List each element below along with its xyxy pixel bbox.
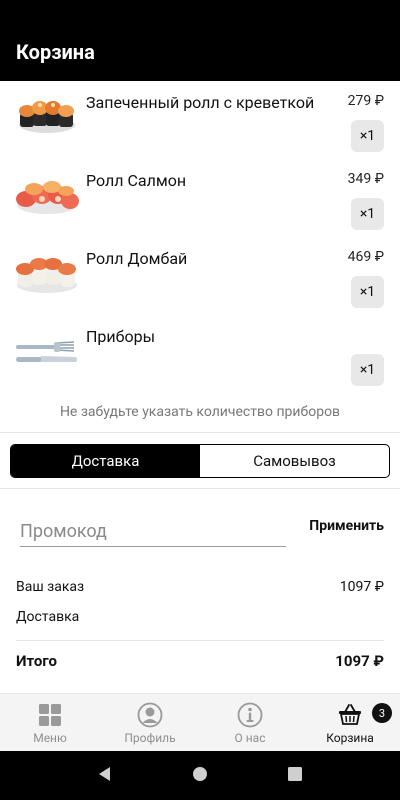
item-name: Ролл Домбай bbox=[86, 249, 188, 268]
cutlery-hint: Не забудьте указать количество приборов bbox=[59, 404, 341, 420]
item-price: 279 ₽ bbox=[347, 93, 384, 109]
back-icon[interactable] bbox=[97, 766, 113, 786]
divider bbox=[0, 432, 400, 433]
total-row: Итого 1097 ₽ bbox=[16, 652, 384, 670]
salmon-roll-image bbox=[16, 181, 79, 214]
cart-list: Запеченный ролл с креветкой 279 ₽ ×1 Рол… bbox=[0, 81, 400, 393]
pickup-option[interactable]: Самовывоз bbox=[200, 445, 389, 477]
cutlery-image bbox=[16, 341, 77, 362]
total-value: 1097 ₽ bbox=[335, 652, 384, 670]
item-name: Запеченный ролл с креветкой bbox=[86, 93, 315, 112]
nav-label: Меню bbox=[33, 731, 67, 745]
cart-count-badge: 3 bbox=[372, 703, 392, 723]
delivery-cost-row: Доставка bbox=[16, 609, 384, 625]
app-bar: Корзина bbox=[0, 0, 400, 81]
quantity-button[interactable]: ×1 bbox=[351, 198, 384, 230]
cart-item[interactable]: Ролл Домбай 469 ₽ ×1 bbox=[0, 237, 400, 315]
nav-item-menu[interactable]: Меню bbox=[0, 694, 100, 751]
nav-label: Корзина bbox=[326, 731, 374, 745]
cart-item[interactable]: Ролл Салмон 349 ₽ ×1 bbox=[0, 159, 400, 237]
item-name: Приборы bbox=[86, 327, 156, 346]
item-name: Ролл Салмон bbox=[86, 171, 187, 190]
order-label: Ваш заказ bbox=[16, 579, 85, 595]
dombai-roll-image bbox=[16, 258, 77, 293]
bottom-navigation: Меню Профиль О нас Корзина bbox=[0, 693, 400, 751]
apply-promo-button[interactable]: Применить bbox=[309, 518, 384, 534]
divider bbox=[16, 640, 384, 641]
delivery-option[interactable]: Доставка bbox=[11, 445, 200, 477]
cart-item[interactable]: Запеченный ролл с креветкой 279 ₽ ×1 bbox=[0, 81, 400, 159]
grid-icon bbox=[37, 702, 63, 728]
info-icon bbox=[237, 702, 263, 728]
nav-item-about[interactable]: О нас bbox=[200, 694, 300, 751]
quantity-button[interactable]: ×1 bbox=[351, 120, 384, 152]
delivery-method-toggle: Доставка Самовывоз bbox=[10, 444, 390, 478]
nav-label: Профиль bbox=[124, 731, 176, 745]
nav-item-profile[interactable]: Профиль bbox=[100, 694, 200, 751]
delivery-label: Доставка bbox=[16, 609, 80, 625]
item-price: 469 ₽ bbox=[347, 249, 384, 265]
quantity-button[interactable]: ×1 bbox=[351, 276, 384, 308]
item-price: 349 ₽ bbox=[347, 171, 384, 187]
baked-roll-image bbox=[19, 101, 75, 133]
system-navigation-bar bbox=[0, 751, 400, 800]
basket-icon bbox=[337, 702, 363, 728]
promo-code-input[interactable] bbox=[20, 517, 286, 547]
recents-icon[interactable] bbox=[287, 766, 303, 786]
page-title: Корзина bbox=[16, 40, 95, 64]
profile-icon bbox=[137, 702, 163, 728]
cart-item[interactable]: Приборы ×1 bbox=[0, 315, 400, 393]
total-label: Итого bbox=[16, 652, 57, 670]
divider bbox=[0, 488, 400, 489]
quantity-button[interactable]: ×1 bbox=[351, 354, 384, 386]
order-value: 1097 ₽ bbox=[339, 579, 384, 595]
nav-label: О нас bbox=[234, 731, 266, 745]
home-icon[interactable] bbox=[192, 766, 208, 786]
order-subtotal-row: Ваш заказ 1097 ₽ bbox=[16, 579, 384, 595]
